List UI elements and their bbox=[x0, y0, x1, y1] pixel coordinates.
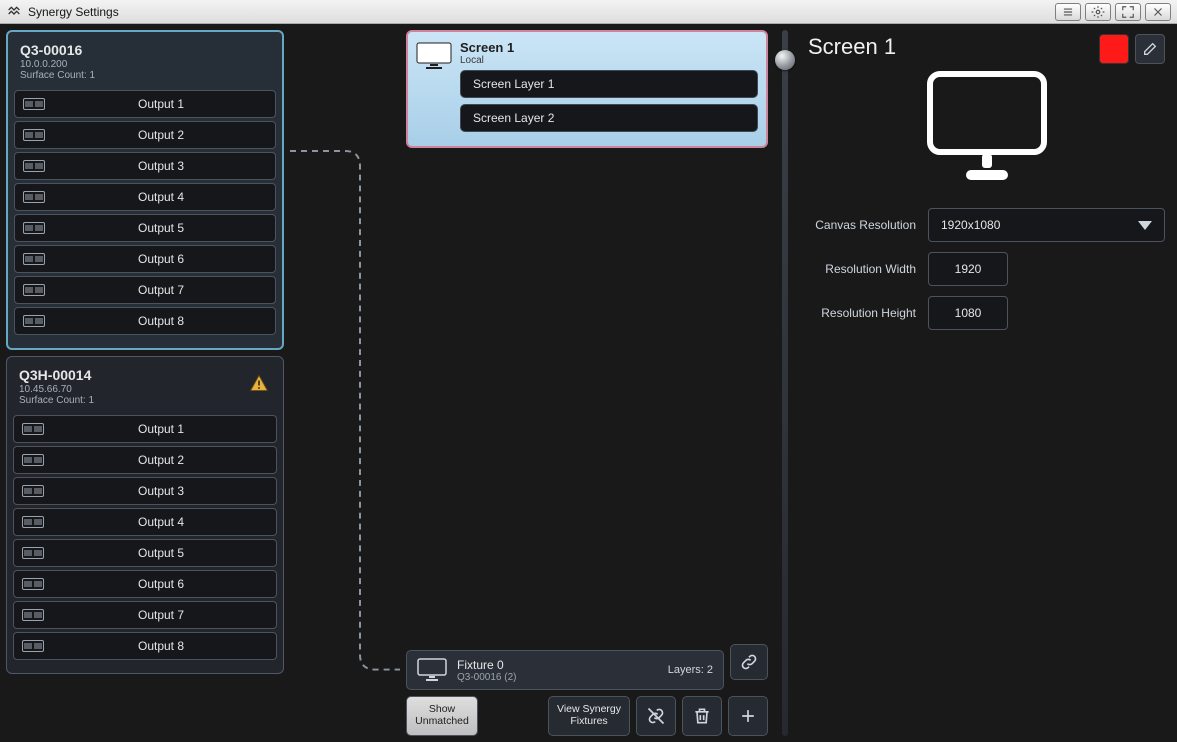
connector-area bbox=[290, 30, 400, 736]
chevron-down-icon bbox=[1138, 221, 1152, 230]
output-row[interactable]: Output 4 bbox=[14, 183, 276, 211]
divider-slider[interactable] bbox=[774, 30, 796, 736]
output-icon bbox=[22, 578, 44, 590]
output-label: Output 6 bbox=[54, 577, 268, 591]
output-row[interactable]: Output 2 bbox=[13, 446, 277, 474]
screen-card-subtitle: Local bbox=[460, 55, 758, 66]
monitor-preview-icon bbox=[808, 68, 1165, 188]
device-ip: 10.45.66.70 bbox=[19, 384, 271, 395]
output-row[interactable]: Output 1 bbox=[13, 415, 277, 443]
output-label: Output 3 bbox=[55, 159, 267, 173]
output-label: Output 8 bbox=[54, 639, 268, 653]
output-label: Output 4 bbox=[55, 190, 267, 204]
output-icon bbox=[23, 191, 45, 203]
output-icon bbox=[22, 516, 44, 528]
app-icon bbox=[6, 2, 22, 21]
canvas-resolution-select[interactable]: 1920x1080 bbox=[928, 208, 1165, 242]
output-icon bbox=[23, 284, 45, 296]
output-icon bbox=[23, 253, 45, 265]
canvas-resolution-label: Canvas Resolution bbox=[808, 218, 916, 232]
output-label: Output 2 bbox=[54, 453, 268, 467]
output-icon bbox=[22, 454, 44, 466]
color-swatch[interactable] bbox=[1099, 34, 1129, 64]
center-column: Screen 1 Local Screen Layer 1 Screen Laye… bbox=[406, 30, 768, 736]
output-label: Output 1 bbox=[54, 422, 268, 436]
output-icon bbox=[23, 98, 45, 110]
expand-button[interactable] bbox=[1115, 3, 1141, 21]
screen-layer-button[interactable]: Screen Layer 1 bbox=[460, 70, 758, 98]
output-row[interactable]: Output 4 bbox=[13, 508, 277, 536]
output-icon bbox=[23, 160, 45, 172]
device-name: Q3H-00014 bbox=[19, 367, 271, 383]
output-label: Output 7 bbox=[54, 608, 268, 622]
resolution-height-field[interactable]: 1080 bbox=[928, 296, 1008, 330]
show-unmatched-button[interactable]: Show Unmatched bbox=[406, 696, 478, 736]
output-row[interactable]: Output 3 bbox=[14, 152, 276, 180]
device-panel[interactable]: Q3-0001610.0.0.200Surface Count: 1 Output… bbox=[6, 30, 284, 350]
device-panel[interactable]: Q3H-0001410.45.66.70Surface Count: 1 Outp… bbox=[6, 356, 284, 674]
output-label: Output 8 bbox=[55, 314, 267, 328]
device-surface-count: Surface Count: 1 bbox=[19, 395, 271, 406]
device-ip: 10.0.0.200 bbox=[20, 59, 270, 70]
output-label: Output 2 bbox=[55, 128, 267, 142]
devices-column: Q3-0001610.0.0.200Surface Count: 1Output… bbox=[6, 30, 284, 736]
output-row[interactable]: Output 7 bbox=[14, 276, 276, 304]
monitor-icon bbox=[417, 658, 447, 682]
output-label: Output 4 bbox=[54, 515, 268, 529]
screen-card[interactable]: Screen 1 Local Screen Layer 1 Screen Laye… bbox=[406, 30, 768, 148]
output-row[interactable]: Output 5 bbox=[14, 214, 276, 242]
output-row[interactable]: Output 6 bbox=[14, 245, 276, 273]
slider-thumb[interactable] bbox=[775, 50, 795, 70]
output-row[interactable]: Output 7 bbox=[13, 601, 277, 629]
link-button[interactable] bbox=[730, 644, 768, 680]
output-row[interactable]: Output 8 bbox=[14, 307, 276, 335]
menu-button[interactable] bbox=[1055, 3, 1081, 21]
title-bar: Synergy Settings bbox=[0, 0, 1177, 24]
delete-button[interactable] bbox=[682, 696, 722, 736]
add-button[interactable] bbox=[728, 696, 768, 736]
output-icon bbox=[22, 423, 44, 435]
properties-title: Screen 1 bbox=[808, 34, 896, 60]
output-row[interactable]: Output 1 bbox=[14, 90, 276, 118]
output-icon bbox=[22, 609, 44, 621]
fixture-subtitle: Q3-00016 (2) bbox=[457, 672, 658, 683]
output-row[interactable]: Output 2 bbox=[14, 121, 276, 149]
close-button[interactable] bbox=[1145, 3, 1171, 21]
screen-card-title: Screen 1 bbox=[460, 40, 758, 55]
output-icon bbox=[23, 222, 45, 234]
window-title: Synergy Settings bbox=[28, 5, 119, 19]
output-label: Output 7 bbox=[55, 283, 267, 297]
screen-layer-button[interactable]: Screen Layer 2 bbox=[460, 104, 758, 132]
output-label: Output 5 bbox=[54, 546, 268, 560]
resolution-width-field[interactable]: 1920 bbox=[928, 252, 1008, 286]
unlink-button[interactable] bbox=[636, 696, 676, 736]
output-row[interactable]: Output 8 bbox=[13, 632, 277, 660]
output-row[interactable]: Output 3 bbox=[13, 477, 277, 505]
output-icon bbox=[22, 485, 44, 497]
output-label: Output 3 bbox=[54, 484, 268, 498]
device-surface-count: Surface Count: 1 bbox=[20, 70, 270, 81]
output-label: Output 1 bbox=[55, 97, 267, 111]
settings-button[interactable] bbox=[1085, 3, 1111, 21]
device-name: Q3-00016 bbox=[20, 42, 270, 58]
warning-icon bbox=[249, 373, 269, 398]
edit-button[interactable] bbox=[1135, 34, 1165, 64]
view-synergy-fixtures-button[interactable]: View Synergy Fixtures bbox=[548, 696, 630, 736]
fixture-bar[interactable]: Fixture 0 Q3-00016 (2) Layers: 2 bbox=[406, 650, 724, 690]
resolution-height-label: Resolution Height bbox=[808, 306, 916, 320]
output-label: Output 6 bbox=[55, 252, 267, 266]
output-row[interactable]: Output 5 bbox=[13, 539, 277, 567]
output-icon bbox=[22, 640, 44, 652]
fixture-layers-label: Layers: 2 bbox=[668, 664, 713, 676]
output-label: Output 5 bbox=[55, 221, 267, 235]
fixture-title: Fixture 0 bbox=[457, 658, 658, 672]
output-icon bbox=[23, 315, 45, 327]
output-row[interactable]: Output 6 bbox=[13, 570, 277, 598]
resolution-width-label: Resolution Width bbox=[808, 262, 916, 276]
monitor-icon bbox=[416, 42, 452, 70]
properties-panel: Screen 1 Canvas Resolution 1920x1080 bbox=[802, 30, 1171, 736]
output-icon bbox=[22, 547, 44, 559]
output-icon bbox=[23, 129, 45, 141]
